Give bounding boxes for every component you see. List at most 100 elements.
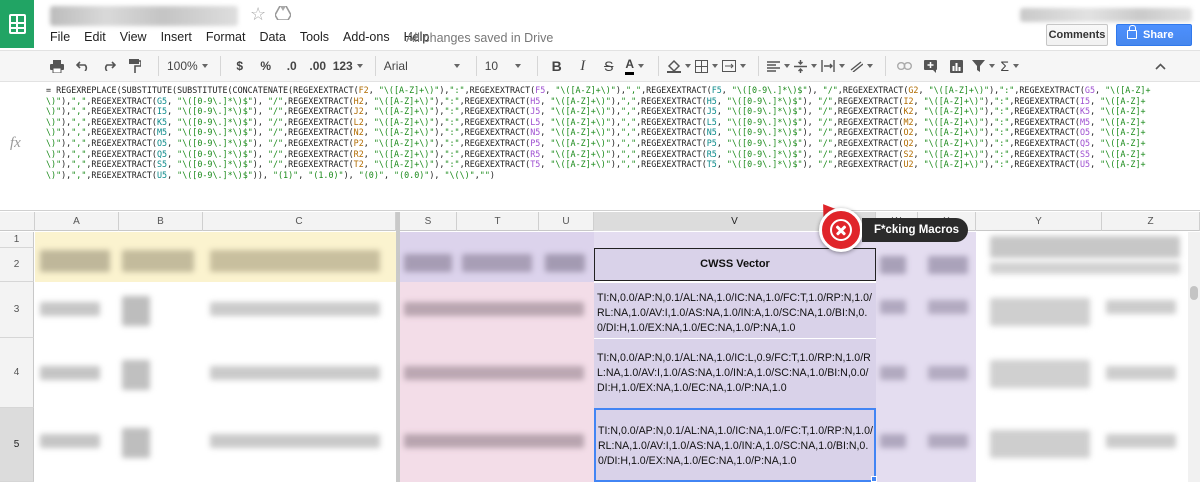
row-header-2[interactable]: 2 [0,248,34,282]
select-all-corner[interactable] [0,212,35,231]
insert-comment-icon[interactable] [920,54,942,78]
strikethrough-button[interactable]: S [598,54,620,78]
redacted-cell-text [404,366,584,380]
horizontal-align-button[interactable] [766,54,790,78]
scrollbar-thumb[interactable] [1190,286,1198,300]
share-label: Share [1143,29,1174,41]
insert-chart-icon[interactable] [946,54,968,78]
drive-folder-icon[interactable] [274,5,292,21]
row-header-1[interactable]: 1 [0,232,34,248]
redacted-header-text [462,254,532,272]
redo-icon[interactable] [98,54,120,78]
menu-file[interactable]: File [50,30,70,44]
paint-format-icon[interactable] [124,54,146,78]
fill-color-button[interactable] [666,54,691,78]
annotation-error-icon [819,208,863,252]
text-wrapping-button[interactable] [821,54,845,78]
text-color-icon: A [625,57,635,75]
redacted-cell-text [880,300,906,314]
menu-addons[interactable]: Add-ons [343,30,390,44]
redacted-cell-text [990,236,1180,258]
menu-format[interactable]: Format [206,30,246,44]
menu-data[interactable]: Data [259,30,285,44]
redacted-header-text [122,250,194,272]
merge-cells-button[interactable] [721,54,746,78]
collapse-toolbar-chevron-icon[interactable] [1155,59,1166,73]
redacted-cell-text [880,366,906,380]
bold-button[interactable]: B [546,54,568,78]
undo-icon[interactable] [72,54,94,78]
font-family-select[interactable]: Arial [384,54,464,78]
increase-decimals-button[interactable]: .00 [307,54,329,78]
text-color-button[interactable]: A [624,54,646,78]
selection-fill-handle[interactable] [871,476,877,482]
menu-edit[interactable]: Edit [84,30,106,44]
cwss-cell-v5-selected[interactable]: TI:N,0.0/AP:N,0.1/AL:NA,1.0/IC:NA,1.0/FC… [594,408,876,482]
formula-bar: fx = REGEXREPLACE(SUBSTITUTE(SUBSTITUTE(… [0,83,1200,211]
toolbar-divider [158,56,159,76]
redacted-cell-text [1106,366,1176,380]
print-icon[interactable] [46,54,68,78]
redacted-cell-text [404,434,584,448]
column-header-z[interactable]: Z [1102,212,1200,231]
redacted-cell-text [928,366,968,380]
redacted-cell-text [928,434,968,448]
decrease-decimals-button[interactable]: .0 [281,54,303,78]
cwss-vector-header[interactable]: CWSS Vector [594,248,876,281]
menu-tools[interactable]: Tools [300,30,329,44]
column-header-a[interactable]: A [35,212,119,231]
menu-bar: File Edit View Insert Format Data Tools … [50,30,443,44]
lock-icon [1127,25,1137,39]
borders-button[interactable] [694,54,718,78]
toolbar-divider [757,56,759,76]
font-size-select[interactable]: 10 [485,54,525,78]
redacted-cell-text [990,430,1090,458]
star-icon[interactable]: ☆ [250,4,266,25]
account-email-redacted[interactable] [1020,8,1192,22]
redacted-header-text [210,250,380,272]
menu-view[interactable]: View [120,30,147,44]
zoom-select[interactable]: 100% [167,54,208,78]
column-headers: A B C S T U V W X Y Z [0,212,1200,231]
column-header-y[interactable]: Y [976,212,1102,231]
app-header: ☆ File Edit View Insert Format Data Tool… [0,0,1200,48]
menu-insert[interactable]: Insert [161,30,192,44]
sheets-logo-icon[interactable] [0,0,34,48]
toolbar-divider [657,56,659,76]
document-title-redacted[interactable] [50,6,238,26]
column-header-u[interactable]: U [539,212,594,231]
text-rotation-button[interactable] [849,54,873,78]
formula-input[interactable]: = REGEXREPLACE(SUBSTITUTE(SUBSTITUTE(CON… [46,83,1186,209]
row-header-5[interactable]: 5 [0,408,34,482]
comments-button[interactable]: Comments [1046,24,1108,46]
redacted-cell-text [880,434,906,448]
more-formats-select[interactable]: 123 [333,54,363,78]
vertical-align-button[interactable] [793,54,817,78]
italic-button[interactable]: I [572,54,594,78]
currency-format-button[interactable]: $ [229,54,251,78]
annotation-label: F*cking Macros [862,218,968,242]
row-header-4[interactable]: 4 [0,338,34,408]
toolbar-divider [475,56,477,76]
row-header-3[interactable]: 3 [0,282,34,338]
redacted-cell-text [990,360,1090,388]
redacted-cell-text [40,434,100,448]
toolbar-divider [884,56,886,76]
toolbar: 100% $ % .0 .00 123 Arial 10 B I S A Σ [0,50,1200,82]
redacted-cell-text [122,428,150,458]
column-header-t[interactable]: T [457,212,539,231]
percent-format-button[interactable]: % [255,54,277,78]
redacted-cell-text [928,256,968,274]
vertical-scrollbar[interactable] [1188,232,1200,482]
save-status[interactable]: All changes saved in Drive [406,31,553,45]
filter-icon[interactable] [971,54,995,78]
share-button[interactable]: Share [1116,24,1192,46]
redacted-header-text [40,250,110,272]
column-header-c[interactable]: C [203,212,396,231]
column-header-s[interactable]: S [400,212,457,231]
functions-button[interactable]: Σ [999,54,1021,78]
insert-link-icon[interactable] [894,54,916,78]
cwss-cell-v3[interactable]: TI:N,0.0/AP:N,0.1/AL:NA,1.0/IC:NA,1.0/FC… [594,283,876,338]
cwss-cell-v4[interactable]: TI:N,0.0/AP:N,0.1/AL:NA,1.0/IC:L,0.9/FC:… [594,339,876,408]
column-header-b[interactable]: B [119,212,203,231]
